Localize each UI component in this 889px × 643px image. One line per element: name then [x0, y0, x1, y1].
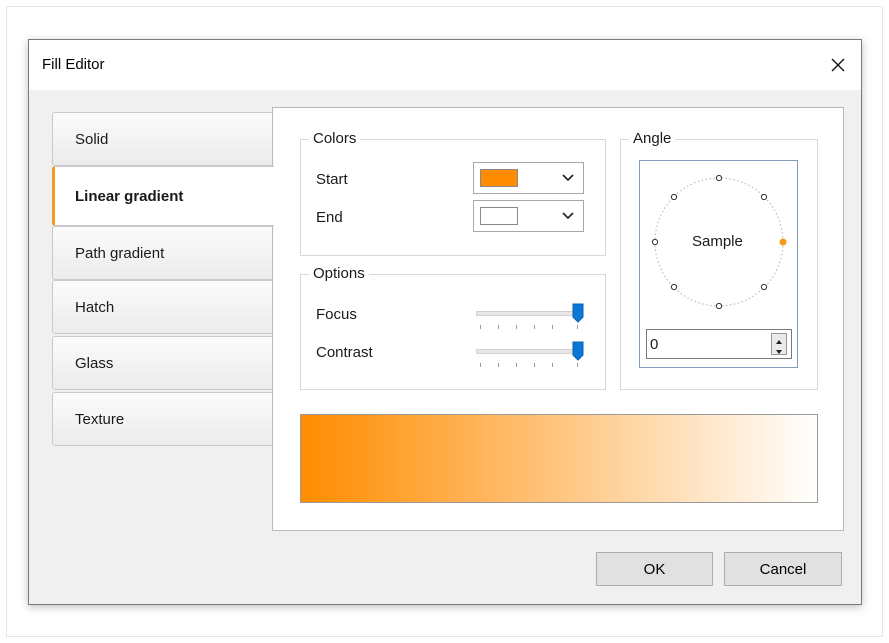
focus-slider[interactable] [473, 303, 589, 333]
angle-handle-0[interactable] [779, 238, 787, 246]
slider-tick [577, 363, 578, 367]
close-button[interactable] [815, 40, 861, 90]
slider-tick [552, 363, 553, 367]
angle-handle-270[interactable] [715, 302, 723, 310]
chevron-down-icon [562, 212, 574, 220]
cancel-button[interactable]: Cancel [724, 552, 842, 586]
tab-label: Hatch [75, 298, 115, 316]
tab-glass[interactable]: Glass [52, 336, 273, 390]
tab-path-gradient[interactable]: Path gradient [52, 226, 273, 280]
options-group: Options Focus Contrast [300, 265, 606, 390]
dialog-title: Fill Editor [42, 56, 105, 73]
spin-up-button[interactable] [772, 334, 786, 344]
start-color-picker[interactable] [473, 162, 584, 194]
tab-label: Glass [75, 354, 114, 372]
contrast-slider-thumb[interactable] [572, 341, 584, 361]
tab-hatch[interactable]: Hatch [52, 280, 273, 334]
slider-tick [534, 325, 535, 329]
end-color-picker[interactable] [473, 200, 584, 232]
slider-tick [480, 363, 481, 367]
tab-solid[interactable]: Solid [52, 112, 273, 166]
spin-down-button[interactable] [772, 344, 786, 354]
spin-down-icon [776, 350, 782, 354]
end-color-swatch [480, 207, 518, 225]
chevron-down-icon [562, 174, 574, 182]
tab-label: Solid [75, 130, 109, 148]
contrast-slider[interactable] [473, 341, 589, 371]
angle-handle-135[interactable] [670, 193, 678, 201]
options-group-title: Options [309, 265, 369, 283]
tab-linear-gradient[interactable]: Linear gradient [52, 166, 274, 226]
fill-editor-dialog: Fill Editor Solid Linear gradient Path g… [28, 39, 862, 605]
tab-texture[interactable]: Texture [52, 392, 273, 446]
focus-label: Focus [316, 306, 357, 323]
slider-tick [516, 325, 517, 329]
contrast-label: Contrast [316, 344, 373, 361]
slider-tick [498, 363, 499, 367]
angle-handle-180[interactable] [651, 238, 659, 246]
focus-slider-thumb[interactable] [572, 303, 584, 323]
tab-label: Path gradient [75, 244, 165, 262]
close-icon [831, 58, 845, 72]
tab-label: Texture [75, 410, 125, 428]
colors-group: Colors Start End [300, 130, 606, 256]
start-label: Start [316, 171, 348, 188]
slider-tick [516, 363, 517, 367]
tab-content-panel: Colors Start End Options Focus Contrast … [272, 107, 844, 531]
angle-picker[interactable]: Sample 0 [639, 160, 798, 368]
tab-label: Linear gradient [75, 187, 184, 205]
spin-arrows-icon [771, 333, 787, 355]
angle-group-title: Angle [629, 130, 676, 148]
ok-button[interactable]: OK [596, 552, 713, 586]
slider-track [476, 349, 580, 354]
colors-group-title: Colors [309, 130, 361, 148]
slider-tick [534, 363, 535, 367]
end-label: End [316, 209, 343, 226]
gradient-preview [300, 414, 818, 503]
slider-tick [498, 325, 499, 329]
slider-track [476, 311, 580, 316]
slider-tick [480, 325, 481, 329]
title-bar: Fill Editor [29, 40, 861, 90]
angle-value: 0 [650, 336, 659, 353]
angle-handle-90[interactable] [715, 174, 723, 182]
angle-spinbox[interactable]: 0 [646, 329, 792, 359]
slider-tick [577, 325, 578, 329]
angle-handle-225[interactable] [670, 283, 678, 291]
sample-text: Sample [692, 233, 743, 250]
slider-tick [552, 325, 553, 329]
start-color-swatch [480, 169, 518, 187]
angle-handle-45[interactable] [760, 193, 768, 201]
angle-handle-315[interactable] [760, 283, 768, 291]
